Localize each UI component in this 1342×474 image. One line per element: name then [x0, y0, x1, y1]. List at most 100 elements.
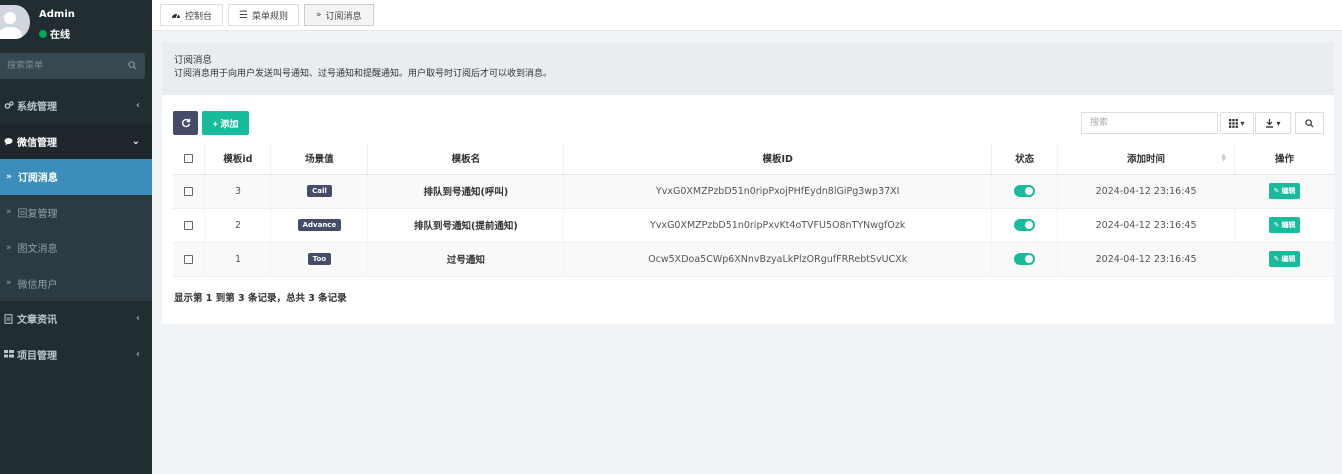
tab-label: 订阅消息: [325, 11, 362, 22]
panel-heading: 订阅消息 订阅消息用于向用户发送叫号通知、过号通知和提醒通知。用户取号时订阅后才…: [162, 42, 1334, 95]
export-button[interactable]: ▾: [1255, 112, 1291, 134]
caret-down-icon: ▾: [1240, 118, 1245, 128]
refresh-button[interactable]: [173, 111, 198, 135]
page-description: 订阅消息用于向用户发送叫号通知、过号通知和提醒通知。用户取号时订阅后才可以收到消…: [174, 69, 553, 79]
pencil-icon: ✎: [1273, 221, 1280, 229]
tab-subscribe[interactable]: » 订阅消息: [304, 4, 374, 26]
template-name: 排队到号通知(提前通知): [413, 221, 518, 232]
cell-created-time: 2024-04-12 23:16:45: [1057, 208, 1236, 243]
cogs-icon: [3, 101, 14, 110]
select-all-checkbox[interactable]: [184, 153, 194, 163]
cell-name: 过号通知: [367, 242, 565, 277]
content-panel: 订阅消息 订阅消息用于向用户发送叫号通知、过号通知和提醒通知。用户取号时订阅后才…: [162, 42, 1335, 324]
column-header[interactable]: 模板ID: [563, 143, 993, 175]
cell-name: 排队到号通知(提前通知): [367, 208, 565, 243]
edit-button[interactable]: ✎ 编辑: [1268, 251, 1301, 267]
sidebar-item-label: 文章资讯: [17, 315, 57, 327]
cell-template-id: Ocw5XDoa5CWp6XNnvBzyaLkPlzORgufFRRebtSvU…: [563, 242, 993, 277]
edit-button[interactable]: ✎ 编辑: [1268, 217, 1301, 233]
cell-actions: ✎ 编辑: [1234, 174, 1335, 209]
chevron-left-icon: ‹: [135, 313, 140, 324]
download-icon: [1266, 118, 1274, 128]
menu-search-input[interactable]: [0, 53, 110, 79]
cell-status: [991, 208, 1059, 243]
column-header[interactable]: 状态: [991, 143, 1059, 175]
sidebar-subitem-label: 图文消息: [17, 244, 58, 256]
row-checkbox[interactable]: [184, 254, 194, 264]
row-checkbox[interactable]: [184, 220, 194, 230]
column-header: 操作: [1234, 143, 1335, 175]
cell-created-time: 2024-04-12 23:16:45: [1057, 174, 1236, 209]
file-icon: [3, 313, 14, 324]
tab-menu-rules[interactable]: ☰ 菜单规则: [228, 4, 299, 26]
add-button[interactable]: + 添加: [202, 111, 249, 135]
table-search-input[interactable]: [1082, 113, 1217, 133]
sidebar-item-label: 系统管理: [17, 102, 57, 114]
tab-label: 控制台: [185, 11, 213, 22]
edit-label: 编辑: [1281, 255, 1296, 263]
chevron-right-icon: »: [6, 242, 12, 253]
cell-template-id: YvxG0XMZPzbD51n0ripPxojPHfEydn8lGiPg3wp3…: [563, 174, 993, 209]
tab-bar: 控制台 ☰ 菜单规则 » 订阅消息: [152, 0, 1342, 31]
table-row: 1 Too 过号通知 Ocw5XDoa5CWp6XNnvBzyaLkPlzORg…: [173, 242, 1335, 277]
edit-button[interactable]: ✎ 编辑: [1268, 183, 1301, 199]
status-label: 在线: [50, 30, 70, 41]
cell-actions: ✎ 编辑: [1234, 208, 1335, 243]
chevron-right-icon: »: [316, 10, 322, 20]
cell-scene: Advance: [270, 208, 369, 243]
sidebar-subitem-reply[interactable]: » 回复管理: [0, 194, 152, 230]
row-checkbox[interactable]: [184, 186, 194, 196]
sidebar-item-system[interactable]: 系统管理 ‹: [0, 88, 152, 124]
toggle-view-button[interactable]: ▾: [1220, 112, 1254, 134]
scene-badge: Advance: [297, 219, 342, 231]
user-status: 在线: [39, 26, 70, 41]
sidebar-subitem-subscribe[interactable]: » 订阅消息: [0, 159, 152, 195]
cell-status: [991, 242, 1059, 277]
table-search: [1081, 112, 1218, 134]
status-toggle[interactable]: [1014, 185, 1036, 197]
sidebar-item-articles[interactable]: 文章资讯 ‹: [0, 301, 152, 337]
column-header-sortable[interactable]: 添加时间 ▲ ▼: [1057, 143, 1236, 175]
table-header-row: 模板id 场景值 模板名 模板ID 状态 添加时间 ▲ ▼ 操作: [173, 143, 1335, 175]
cell-id: 2: [204, 208, 272, 243]
chevron-left-icon: ‹: [135, 100, 140, 111]
status-toggle[interactable]: [1014, 219, 1036, 231]
sidebar-subitem-users[interactable]: » 微信用户: [0, 265, 152, 301]
sidebar-item-wechat[interactable]: 微信管理 ⌄: [0, 123, 152, 159]
sidebar: Admin 在线 系统管理 ‹ 微信管理 ⌄ » 订阅: [0, 0, 152, 474]
dashboard-icon: [172, 13, 180, 19]
table-row: 3 Call 排队到号通知(呼叫) YvxG0XMZPzbD51n0ripPxo…: [173, 174, 1335, 209]
online-dot-icon: [39, 29, 47, 38]
cell-scene: Too: [270, 242, 369, 277]
cell-created-time: 2024-04-12 23:16:45: [1057, 242, 1236, 277]
sidebar-subitem-label: 微信用户: [17, 279, 58, 291]
scene-badge: Too: [307, 253, 332, 265]
pagination-info: 显示第 1 到第 3 条记录，总共 3 条记录: [174, 293, 347, 304]
cell-id: 3: [204, 174, 272, 209]
template-name: 过号通知: [446, 255, 485, 266]
sidebar-menu: 系统管理 ‹ 微信管理 ⌄ » 订阅消息 » 回复管理 » 图文消息 » 微信用…: [0, 88, 152, 372]
avatar[interactable]: [0, 5, 30, 39]
user-name: Admin: [39, 9, 75, 20]
column-header[interactable]: 模板id: [204, 143, 272, 175]
tab-label: 菜单规则: [251, 11, 288, 22]
grid-icon: [1229, 118, 1239, 128]
column-header[interactable]: 模板名: [367, 143, 565, 175]
cell-name: 排队到号通知(呼叫): [367, 174, 565, 209]
sidebar-item-label: 项目管理: [17, 350, 57, 362]
page-title: 订阅消息: [174, 55, 213, 66]
search-toggle-button[interactable]: [1295, 112, 1324, 134]
table-toolbar: + 添加: [173, 111, 249, 135]
tab-dashboard[interactable]: 控制台: [160, 4, 224, 26]
column-header-label: 添加时间: [1127, 154, 1166, 166]
column-header[interactable]: 场景值: [270, 143, 369, 175]
search-icon[interactable]: [128, 61, 137, 70]
cell-id: 1: [204, 242, 272, 277]
sidebar-subitem-news[interactable]: » 图文消息: [0, 230, 152, 266]
row-select-cell: [173, 242, 206, 277]
template-name: 排队到号通知(呼叫): [423, 187, 509, 198]
table-row: 2 Advance 排队到号通知(提前通知) YvxG0XMZPzbD51n0r…: [173, 208, 1335, 243]
pencil-icon: ✎: [1273, 255, 1280, 263]
sidebar-item-projects[interactable]: 项目管理 ‹: [0, 337, 152, 373]
status-toggle[interactable]: [1014, 253, 1036, 265]
